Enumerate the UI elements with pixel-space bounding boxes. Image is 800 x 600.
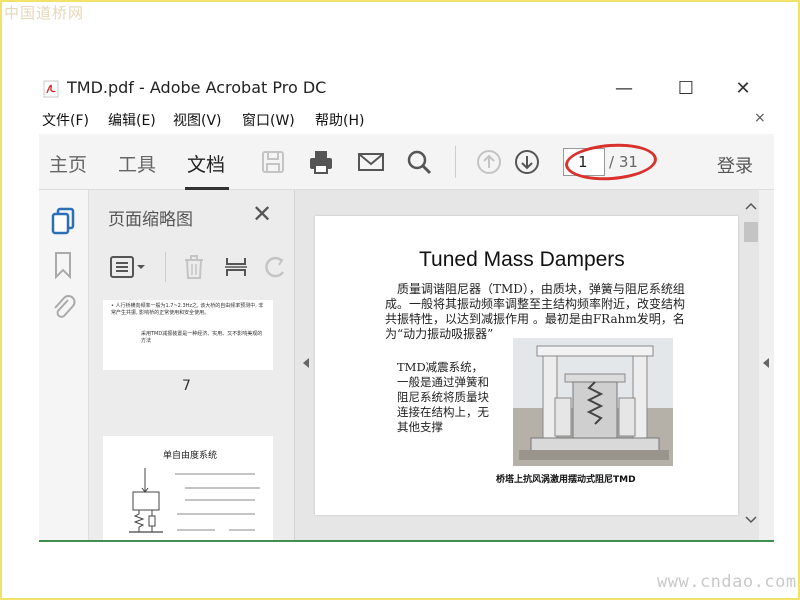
menu-edit[interactable]: 编辑(E): [108, 110, 156, 130]
delete-icon[interactable]: [181, 254, 207, 280]
menu-window[interactable]: 窗口(W): [242, 110, 295, 130]
thumbnail-text: • 人行桥横向频率一般为1.7~2.3Hz之, 该大桥的自由频率预测中, 非常产…: [111, 303, 264, 316]
panel-toolbar-divider: [165, 252, 166, 282]
tab-home[interactable]: 主页: [49, 150, 87, 177]
navigation-strip: [39, 190, 89, 540]
photo-caption: 桥塔上抗风涡激用摆动式阻尼TMD: [496, 475, 636, 485]
document-scrollbar[interactable]: [743, 200, 759, 528]
page-heading: Tuned Mass Dampers: [419, 248, 625, 271]
save-icon[interactable]: [259, 148, 287, 176]
thumbnail-page-8[interactable]: 单自由度系统: [103, 436, 273, 540]
tmd-photo: [513, 338, 673, 466]
rotate-icon[interactable]: [261, 254, 287, 280]
attachment-icon[interactable]: [49, 292, 77, 322]
toolbar: 主页 工具 文档 1 / 31 登录: [39, 134, 774, 190]
close-window-button[interactable]: ✕: [728, 78, 758, 100]
menu-file[interactable]: 文件(F): [42, 110, 89, 130]
thumbnail-list: • 人行桥横向频率一般为1.7~2.3Hz之, 该大桥的自由频率预测中, 非常产…: [89, 288, 295, 540]
acrobat-window: TMD.pdf - Adobe Acrobat Pro DC — ☐ ✕ 文件(…: [39, 72, 774, 542]
email-icon[interactable]: [357, 148, 385, 176]
previous-page-icon[interactable]: [475, 148, 503, 176]
collapse-panel-arrow-icon[interactable]: [303, 358, 309, 368]
expand-right-pane-arrow-icon[interactable]: [763, 358, 769, 368]
next-page-icon[interactable]: [513, 148, 541, 176]
options-menu-icon[interactable]: [109, 254, 147, 280]
scroll-down-icon[interactable]: [743, 514, 759, 526]
page-paragraph: 质量调谐阻尼器（TMD），由质块，弹簧与阻尼系统组成。一般将其振动频率调整至主结…: [385, 282, 686, 341]
page-side-text: TMD减震系统，一般是通过弹簧和阻尼系统将质量块连接在结构上，无其他支撑: [397, 360, 489, 434]
search-icon[interactable]: [405, 148, 433, 176]
thumbnail-page-number: 7: [182, 378, 191, 394]
watermark-bottom: www.cndao.com: [657, 572, 797, 592]
tab-document[interactable]: 文档: [187, 150, 225, 177]
title-bar: TMD.pdf - Adobe Acrobat Pro DC — ☐ ✕: [39, 72, 774, 106]
scroll-up-icon[interactable]: [743, 200, 759, 212]
panel-toolbar: [89, 246, 295, 288]
insert-page-icon[interactable]: [223, 254, 249, 280]
login-button[interactable]: 登录: [717, 152, 753, 178]
pdf-file-icon: [43, 80, 59, 98]
menu-view[interactable]: 视图(V): [173, 110, 222, 130]
close-document-button[interactable]: ×: [754, 110, 766, 126]
panel-title: 页面缩略图: [108, 210, 193, 230]
scrollbar-thumb[interactable]: [744, 222, 758, 242]
minimize-button[interactable]: —: [609, 78, 639, 100]
menu-bar: 文件(F) 编辑(E) 视图(V) 窗口(W) 帮助(H) ×: [39, 106, 774, 134]
thumbnail-page-7[interactable]: • 人行桥横向频率一般为1.7~2.3Hz之, 该大桥的自由频率预测中, 非常产…: [103, 300, 273, 370]
thumbnail-panel: 页面缩略图 ✕ • 人行桥横向频率一般为1.7~2.3Hz之, 该大桥的自由频率…: [89, 190, 295, 540]
toolbar-divider: [455, 146, 456, 178]
menu-help[interactable]: 帮助(H): [315, 110, 364, 130]
tmd-structure-illustration: [513, 338, 673, 466]
pdf-page: Tuned Mass Dampers 质量调谐阻尼器（TMD），由质块，弹簧与阻…: [315, 216, 738, 515]
right-pane-collapsed: [759, 190, 774, 540]
spring-damper-diagram: [129, 468, 260, 533]
document-view: Tuned Mass Dampers 质量调谐阻尼器（TMD），由质块，弹簧与阻…: [295, 190, 774, 540]
tab-tools[interactable]: 工具: [118, 150, 156, 177]
print-icon[interactable]: [307, 148, 335, 176]
bookmark-icon[interactable]: [49, 250, 77, 280]
thumbnail-text: 采用TMD减振装置是一种经济、实用、又不影响美观的方法: [141, 331, 263, 344]
maximize-button[interactable]: ☐: [671, 78, 701, 100]
window-title: TMD.pdf - Adobe Acrobat Pro DC: [67, 78, 327, 97]
close-panel-button[interactable]: ✕: [252, 200, 272, 228]
watermark-top: 中国道桥网: [4, 4, 85, 22]
page-thumbnails-icon[interactable]: [49, 206, 77, 236]
